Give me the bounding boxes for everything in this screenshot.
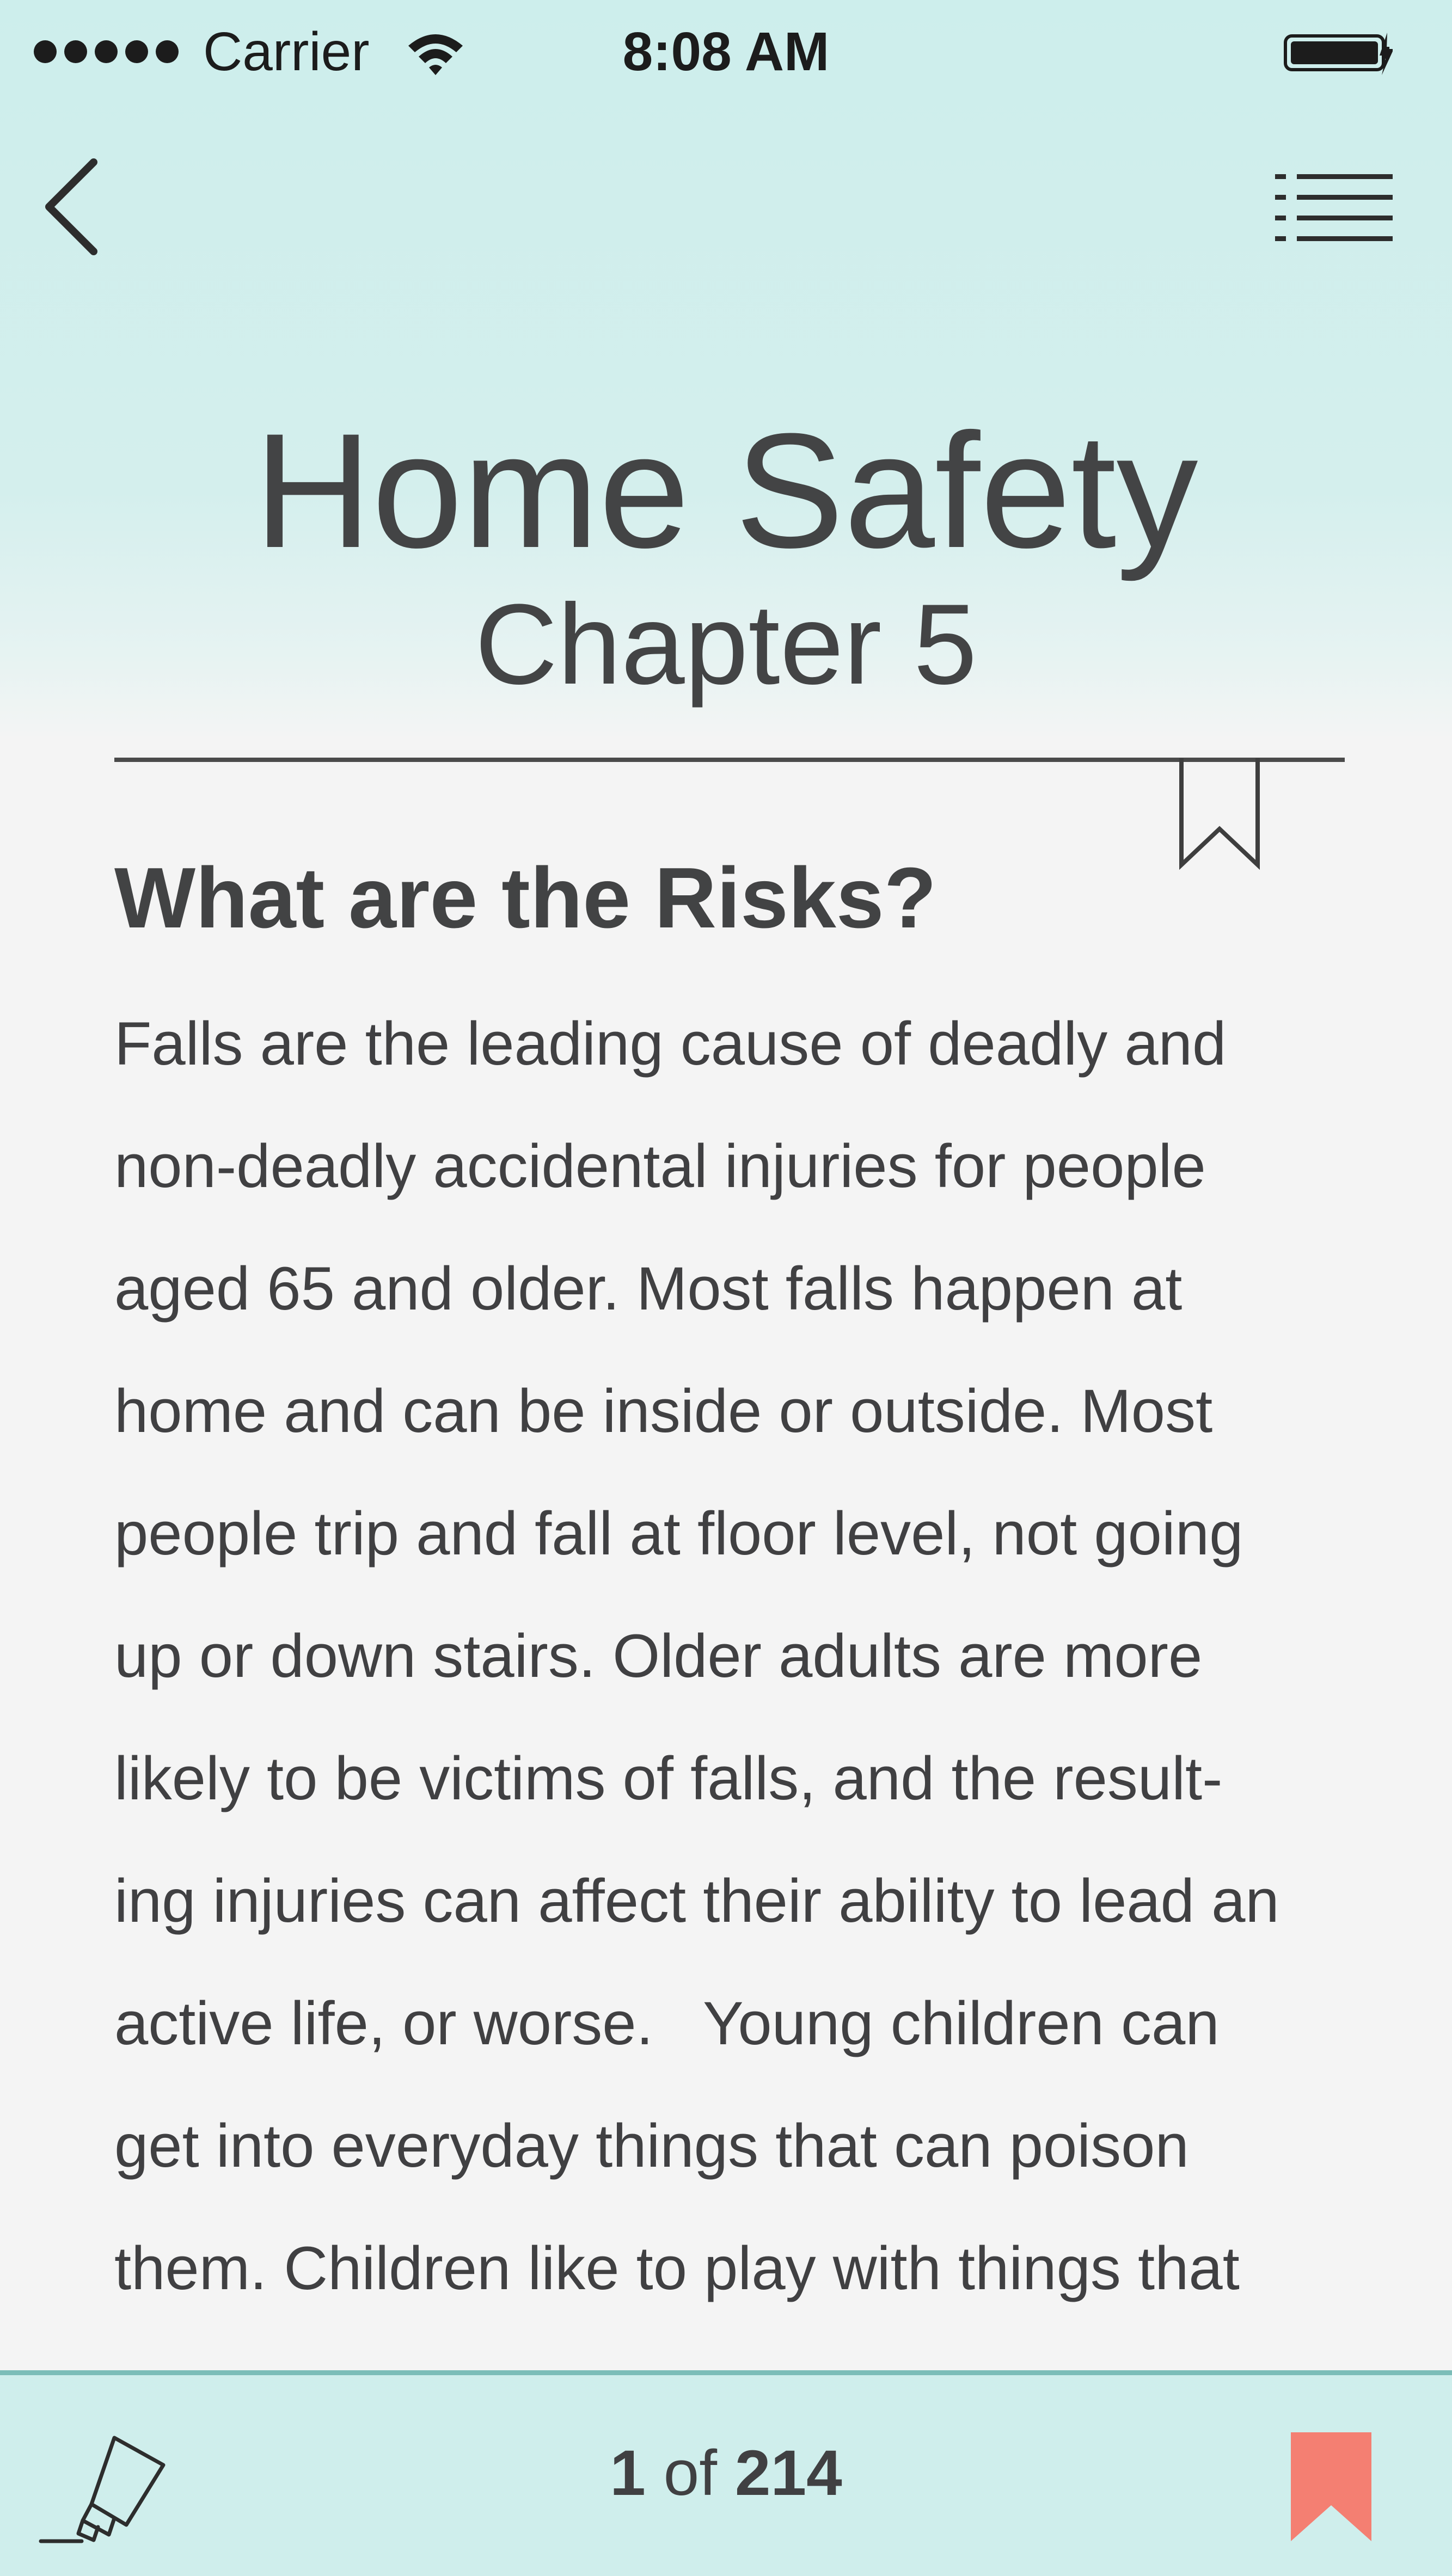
article-body: Falls are the leading cause of deadly an… [114,982,1367,2329]
body-line: get into everyday things that can poison [114,2112,1189,2180]
table-of-contents-button[interactable] [1274,163,1394,245]
status-bar: Carrier 8:08 AM [0,0,1452,103]
chapter-title: Home Safety [254,399,1198,582]
body-line: Falls are the leading cause of deadly an… [114,1010,1227,1078]
chapter-number: Chapter 5 [475,580,977,709]
back-button[interactable] [33,152,114,261]
section-heading: What are the Risks? [114,850,937,946]
bookmark-filled-icon [1291,2432,1371,2541]
body-line: people trip and fall at floor level, not… [114,1499,1243,1567]
status-time: 8:08 AM [622,21,830,82]
body-line: non-deadly accidental injuries for peopl… [114,1132,1206,1200]
body-line: up or down stairs. Older adults are more [114,1622,1203,1690]
battery-charging-icon [1284,33,1393,75]
body-line: aged 65 and older. Most falls happen at [114,1255,1183,1323]
page-indicator: 1 of 214 [0,2430,1452,2517]
bookmark-button[interactable] [1288,2432,1375,2547]
of-label: of [663,2437,718,2509]
body-line: likely to be victims of falls, and the r… [114,1744,1223,1812]
body-line: active life, or worse. Young children ca… [114,1989,1220,2057]
bookmark-outline-icon[interactable] [1176,758,1263,872]
reader-screen: Carrier 8:08 AM Home Safety Chapter 5 Wh… [0,0,1452,2576]
divider [114,758,1345,762]
body-line: home and can be inside or outside. Most [114,1377,1213,1445]
bottom-toolbar: 1 of 214 [0,2370,1452,2576]
list-icon [1275,174,1393,241]
body-line: ing injuries can affect their ability to… [114,1867,1279,1935]
body-line: them. Children like to play with things … [114,2234,1240,2302]
total-pages: 214 [734,2437,842,2509]
current-page: 1 [610,2437,646,2509]
